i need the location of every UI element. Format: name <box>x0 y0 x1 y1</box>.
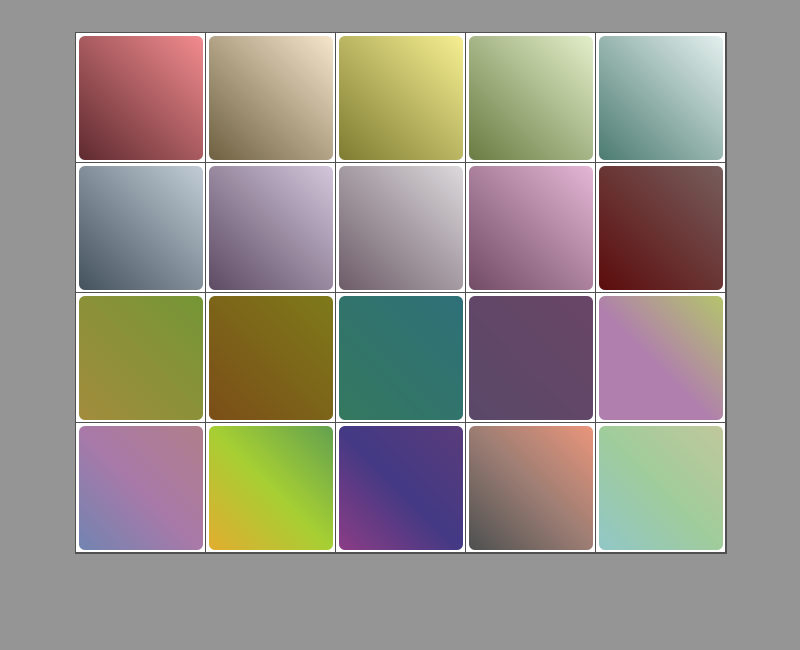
gradient-swatch[interactable] <box>339 426 463 550</box>
gradient-cell[interactable] <box>596 33 725 162</box>
gradient-cell[interactable] <box>336 33 465 162</box>
gradient-swatch[interactable] <box>599 166 723 290</box>
gradient-cell[interactable] <box>206 293 335 422</box>
gradient-cell[interactable] <box>76 423 205 552</box>
gradient-cell[interactable] <box>206 163 335 292</box>
gradient-cell[interactable] <box>466 163 595 292</box>
gradient-cell[interactable] <box>76 33 205 162</box>
gradient-swatch[interactable] <box>469 426 593 550</box>
gradient-cell[interactable] <box>466 33 595 162</box>
gradient-cell[interactable] <box>596 423 725 552</box>
gradient-swatch[interactable] <box>469 166 593 290</box>
gradient-cell[interactable] <box>76 293 205 422</box>
gradient-swatch[interactable] <box>599 426 723 550</box>
gradient-cell[interactable] <box>206 423 335 552</box>
gradient-swatch[interactable] <box>79 36 203 160</box>
gradient-cell[interactable] <box>466 293 595 422</box>
gradient-swatch[interactable] <box>209 36 333 160</box>
gradient-cell[interactable] <box>466 423 595 552</box>
gradient-cell[interactable] <box>336 163 465 292</box>
gradient-cell[interactable] <box>596 163 725 292</box>
gradient-cell[interactable] <box>336 423 465 552</box>
gradient-swatch[interactable] <box>79 296 203 420</box>
gradient-swatch[interactable] <box>599 296 723 420</box>
gradient-cell[interactable] <box>336 293 465 422</box>
gradient-swatch[interactable] <box>339 36 463 160</box>
gradient-cell[interactable] <box>596 293 725 422</box>
gradient-swatch-grid <box>75 32 727 554</box>
gradient-cell[interactable] <box>76 163 205 292</box>
gradient-cell[interactable] <box>206 33 335 162</box>
gradient-swatch[interactable] <box>339 296 463 420</box>
gradient-swatch[interactable] <box>599 36 723 160</box>
gradient-swatch[interactable] <box>79 166 203 290</box>
gradient-swatch[interactable] <box>339 166 463 290</box>
gradient-swatch[interactable] <box>79 426 203 550</box>
gradient-swatch[interactable] <box>209 166 333 290</box>
gradient-swatch[interactable] <box>209 296 333 420</box>
gradient-swatch[interactable] <box>209 426 333 550</box>
gradient-swatch[interactable] <box>469 296 593 420</box>
gradient-swatch[interactable] <box>469 36 593 160</box>
